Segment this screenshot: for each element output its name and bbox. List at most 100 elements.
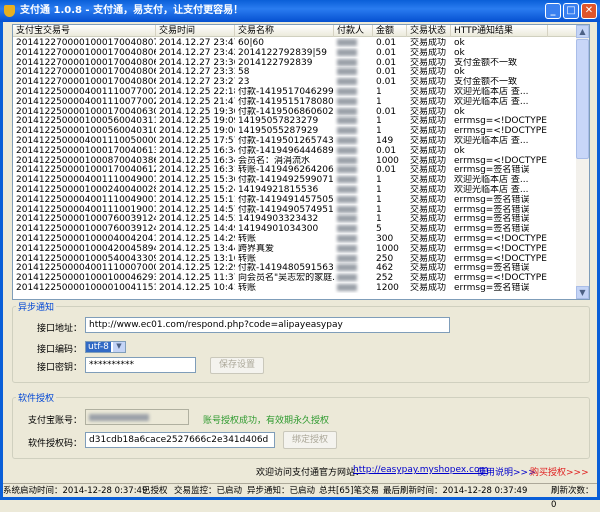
table-row[interactable]: 20141225000010001000462933272014.12.25 1… [13, 273, 578, 283]
table-cell: 14194921815536 [238, 185, 319, 195]
table-cell: 2014.12.25 17:57 [159, 136, 235, 146]
table-cell: 交易成功 [410, 185, 447, 195]
column-header[interactable]: 交易时间 [156, 25, 235, 37]
table-cell: 交易成功 [410, 38, 447, 48]
payer-cell-blurred [334, 97, 373, 107]
vertical-scrollbar[interactable]: ▲ ▼ [576, 25, 589, 299]
blurred-payer [337, 244, 357, 252]
table-row[interactable]: 2014122500004001110077002447...2014.12.2… [13, 87, 578, 97]
table-cell: 交易成功 [410, 243, 447, 254]
table-cell: errmsg=<!DOCTYPE H... [454, 155, 548, 166]
transaction-list[interactable]: 支付宝交易号 交易时间 交易名称 付款人 金额 交易状态 HTTP通知结果 20141227… [12, 24, 590, 300]
table-cell: 14194903323432 [238, 214, 319, 225]
maximize-button[interactable]: □ [563, 3, 579, 19]
table-cell: 交易成功 [410, 253, 447, 264]
table-row[interactable]: 20141225000010001700406127582014.12.25 1… [13, 165, 578, 175]
status-bar: 系统启动时间：2014-12-28 0:37:49 已授权 交易监控：已启动 异… [3, 483, 597, 510]
column-header[interactable]: 金额 [373, 25, 407, 37]
table-cell: 2014.12.25 16:34 [159, 155, 235, 166]
help-link[interactable]: 使用说明>>> [477, 465, 536, 478]
table-cell: 交易成功 [410, 283, 447, 293]
table-cell: 2014122500001000170040630232 [16, 106, 156, 117]
license-code-input[interactable]: d31cdb18a6cace2527666c2e341d406d [85, 432, 275, 448]
table-row[interactable]: 2014122500004001110077002327...2014.12.2… [13, 97, 578, 107]
bind-license-button[interactable]: 绑定授权 [283, 431, 337, 449]
table-cell: 2014.12.25 19:09 [159, 116, 235, 127]
table-row[interactable]: 20141225000010000100411517602014.12.25 1… [13, 283, 578, 293]
column-header[interactable]: 交易名称 [235, 25, 334, 37]
table-row[interactable]: 20141225000010005400433093412014.12.25 1… [13, 254, 578, 264]
table-cell: errmsg=<!DOCTYPE H... [454, 126, 548, 137]
table-cell: 1200 [376, 283, 399, 293]
license-code-label: 软件授权码： [27, 439, 82, 449]
table-cell: 跨界真爱 [238, 243, 275, 254]
table-row[interactable]: 2014122500004001110050000974...2014.12.2… [13, 136, 578, 146]
buy-license-link[interactable]: 购买授权>>> [530, 465, 589, 478]
minimize-button[interactable]: _ [545, 3, 561, 19]
table-cell: 2014122700001000170040806454 [16, 67, 156, 78]
table-cell: 2014.12.27 23:27 [159, 77, 235, 88]
table-cell: errmsg=签名错误 [454, 224, 530, 235]
payer-cell-blurred [334, 116, 373, 126]
payer-cell-blurred [334, 38, 373, 48]
save-settings-button[interactable]: 保存设置 [210, 357, 264, 374]
table-cell: 会员名：涓涓流水 [238, 155, 311, 166]
table-cell: 交易成功 [410, 273, 447, 284]
table-row[interactable]: 20141225000010001700406302322014.12.25 1… [13, 107, 578, 117]
website-link[interactable]: http://easypay.myshopex.com [353, 465, 488, 475]
table-row[interactable]: 20141227000010001700408070​552014.12.27 … [13, 38, 578, 48]
scroll-thumb[interactable] [576, 39, 589, 159]
table-cell: 2014122500001000170040613006 [16, 145, 156, 156]
table-row[interactable]: 20141227000010001700408061552014.12.27 2… [13, 77, 578, 87]
table-cell: 2014122500001000760039124745 [16, 214, 156, 225]
scroll-down-icon[interactable]: ▼ [576, 286, 589, 299]
column-header[interactable]: 交易状态 [407, 25, 451, 37]
table-cell: errmsg=<!DOCTYPE H... [454, 116, 548, 127]
payer-cell-blurred [334, 224, 373, 234]
table-row[interactable]: 2014122500004001110049001176...2014.12.2… [13, 195, 578, 205]
close-button[interactable]: ✕ [581, 3, 597, 19]
blurred-payer [337, 39, 357, 46]
column-header[interactable]: 支付宝交易号 [13, 25, 156, 37]
encoding-select[interactable]: utf-8 ▼ [85, 341, 126, 353]
encoding-label: 接口编码： [36, 345, 82, 355]
table-cell: 付款-14195170462999 [238, 87, 334, 97]
payer-cell-blurred [334, 67, 373, 77]
table-cell: 2014122500001000170040612758 [16, 165, 156, 176]
table-cell: 交易成功 [410, 57, 447, 68]
table-cell: 2014122700001000170040806155 [16, 77, 156, 88]
table-row[interactable]: 20141227000010001700408064542014.12.27 2… [13, 67, 578, 77]
table-row[interactable]: 2014122500004001110049001395...2014.12.2… [13, 175, 578, 185]
table-row[interactable]: 20141225000010002400400289412014.12.25 1… [13, 185, 578, 195]
status-refresh-count: 刷新次数：0 [551, 486, 594, 510]
table-row[interactable]: 20141225000010004200458949862014.12.25 1… [13, 244, 578, 254]
table-cell: 转账 [238, 253, 257, 264]
table-row[interactable]: 20141225000010001700406130062014.12.25 1… [13, 146, 578, 156]
key-input[interactable]: ********** [85, 357, 196, 373]
table-cell: errmsg=<!DOCTYPE H... [454, 253, 548, 264]
table-row[interactable]: 20141225000010005600403107622014.12.25 1… [13, 126, 578, 136]
table-cell: 2014122500001000240040028941 [16, 185, 156, 195]
table-cell: 1 [376, 87, 382, 97]
table-row[interactable]: 20141225000010007600391244472014.12.25 1… [13, 224, 578, 234]
payer-cell-blurred [334, 107, 373, 117]
scroll-up-icon[interactable]: ▲ [576, 25, 589, 38]
table-row[interactable]: 2014122500004001110007000665...2014.12.2… [13, 263, 578, 273]
table-cell: 2014122700001000170040806591 [16, 57, 156, 68]
blurred-payer [337, 254, 357, 262]
table-cell: 付款-14195151780802 [238, 96, 334, 107]
table-row[interactable]: 20141225000010000400420411552014.12.25 1… [13, 234, 578, 244]
table-row[interactable]: 20141227000010001700408068562014.12.27 2… [13, 48, 578, 58]
table-row[interactable]: 20141225000010005600403110402014.12.25 1… [13, 116, 578, 126]
table-cell: 462 [376, 263, 394, 274]
column-header[interactable]: HTTP通知结果 [451, 25, 548, 37]
table-cell: 14195057823279 [238, 116, 319, 127]
table-row[interactable]: 20141227000010001700408065912014.12.27 2… [13, 58, 578, 68]
table-row[interactable]: 20141225000010007600391247452014.12.25 1… [13, 214, 578, 224]
table-row[interactable]: 20141225000010008700403866392014.12.25 1… [13, 156, 578, 166]
table-row[interactable]: 2014122500004001110019001635...2014.12.2… [13, 205, 578, 215]
table-cell: 2014.12.25 13:16 [159, 253, 235, 264]
column-header[interactable]: 付款人 [334, 25, 373, 37]
chevron-down-icon[interactable]: ▼ [113, 342, 125, 352]
url-input[interactable]: http://www.ec01.com/respond.php?code=ali… [85, 317, 450, 333]
